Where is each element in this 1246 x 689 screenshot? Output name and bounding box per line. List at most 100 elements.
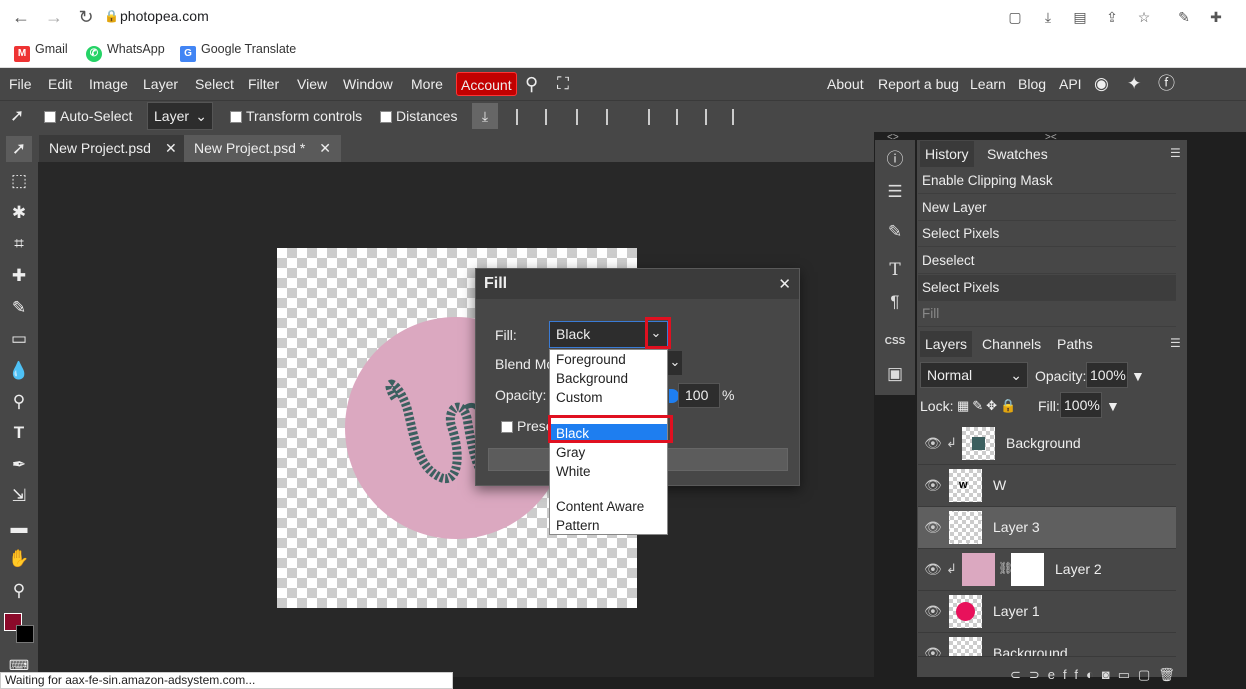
menu-report-bug[interactable]: Report a bug <box>878 68 959 100</box>
option-pattern[interactable]: Pattern <box>550 516 667 535</box>
pen-tool-icon[interactable]: ✒ <box>6 452 32 478</box>
bookmark-gmail[interactable]: M Gmail <box>14 40 68 62</box>
history-item[interactable]: Deselect <box>918 248 1176 274</box>
star-icon[interactable]: ☆ <box>1135 8 1153 26</box>
layers-bottom-icons[interactable]: ⊂⊃eff◐◙▭▢🗑 <box>1010 667 1183 683</box>
tab-layers[interactable]: Layers <box>920 331 973 357</box>
dodge-tool-icon[interactable]: ⚲ <box>6 389 32 415</box>
move-tool-icon[interactable]: ➚ <box>6 136 32 162</box>
brush-settings-icon[interactable]: ✎ <box>883 220 907 244</box>
eye-icon[interactable]: 👁 <box>924 645 942 656</box>
close-icon[interactable]: ✕ <box>165 140 177 156</box>
pen-icon[interactable]: ✎ <box>1175 8 1193 26</box>
option-white[interactable]: White <box>550 462 667 481</box>
bookmark-whatsapp[interactable]: ✆ WhatsApp <box>86 40 165 62</box>
opacity-input[interactable]: 100 <box>678 383 720 408</box>
facebook-icon[interactable]: ⓕ <box>1158 68 1175 100</box>
history-item[interactable]: Enable Clipping Mask <box>918 168 1176 194</box>
menu-filter[interactable]: Filter <box>248 68 279 100</box>
search-icon[interactable]: ⚲ <box>525 68 538 100</box>
reddit-icon[interactable]: ◉ <box>1094 68 1109 100</box>
opacity-dropdown-icon[interactable]: ▼ <box>1131 368 1145 384</box>
align-middle-icon[interactable] <box>676 109 692 125</box>
layer-mask-thumbnail[interactable] <box>1011 553 1044 586</box>
option-custom[interactable]: Custom <box>550 388 667 407</box>
brush-tool-icon[interactable]: ✎ <box>6 295 32 321</box>
layer-row[interactable]: 👁 w W <box>918 465 1176 507</box>
move-tool-icon[interactable]: ➚ <box>10 106 24 126</box>
panel-menu-icon[interactable]: ☰ <box>1170 146 1181 160</box>
layers-menu-icon[interactable]: ☰ <box>1170 336 1181 350</box>
tab-paths[interactable]: Paths <box>1052 331 1098 357</box>
type-tool-icon[interactable]: T <box>6 420 32 446</box>
screenshot-icon[interactable]: ▢ <box>1006 8 1024 26</box>
align-left-icon[interactable] <box>516 109 532 125</box>
menu-layer[interactable]: Layer <box>143 68 178 100</box>
distribute-h-icon[interactable] <box>732 109 748 125</box>
menu-api[interactable]: API <box>1059 68 1082 100</box>
align-right-icon[interactable] <box>576 109 592 125</box>
twitter-icon[interactable]: ✦ <box>1127 68 1141 100</box>
healing-tool-icon[interactable]: ✚ <box>6 263 32 289</box>
menu-about[interactable]: About <box>827 68 864 100</box>
tab-channels[interactable]: Channels <box>977 331 1046 357</box>
paragraph-icon[interactable]: ¶ <box>883 290 907 314</box>
preserve-checkbox[interactable]: Prese <box>501 418 554 434</box>
character-icon[interactable]: T <box>883 258 907 282</box>
close-icon[interactable]: ✕ <box>778 275 791 293</box>
distribute-icon[interactable] <box>606 109 622 125</box>
align-top-icon[interactable] <box>648 109 664 125</box>
tab-history[interactable]: History <box>920 141 974 167</box>
tab-swatches[interactable]: Swatches <box>982 141 1053 167</box>
menu-blog[interactable]: Blog <box>1018 68 1046 100</box>
align-bottom-icon[interactable] <box>705 109 721 125</box>
magic-wand-icon[interactable]: ✱ <box>6 200 32 226</box>
eye-icon[interactable]: 👁 <box>924 603 942 620</box>
history-item[interactable]: New Layer <box>918 195 1176 221</box>
history-item[interactable]: Select Pixels <box>918 275 1176 301</box>
fill-dropdown-icon[interactable]: ▼ <box>1106 398 1120 414</box>
blend-mode-select[interactable]: Normal ⌄ <box>920 362 1028 388</box>
account-button[interactable]: Account <box>456 72 517 96</box>
lock-icons[interactable]: ▦✎✥🔒 <box>957 398 1019 414</box>
path-select-icon[interactable]: ⇲ <box>6 483 32 509</box>
zoom-tool-icon[interactable]: ⚲ <box>6 578 32 604</box>
layer-row[interactable]: 👁 Background <box>918 633 1176 657</box>
layer-select[interactable]: Layer ⌄ <box>147 102 213 130</box>
menu-window[interactable]: Window <box>343 68 393 100</box>
menu-view[interactable]: View <box>297 68 327 100</box>
layer-row[interactable]: 👁 ↲ ⛓ Layer 2 <box>918 549 1176 591</box>
eye-icon[interactable]: 👁 <box>924 477 942 494</box>
layer-row[interactable]: 👁 Layer 1 <box>918 591 1176 633</box>
blur-tool-icon[interactable]: 💧 <box>6 358 32 384</box>
blend-mode-chevron-icon[interactable]: ⌄ <box>668 351 682 375</box>
transform-controls-checkbox[interactable]: Transform controls <box>230 108 362 124</box>
layer-fill-input[interactable]: 100% <box>1060 392 1102 418</box>
history-item[interactable]: Select Pixels <box>918 221 1176 247</box>
adjustments-icon[interactable]: ☰ <box>883 180 907 204</box>
crop-tool-icon[interactable]: ⌗ <box>6 231 32 257</box>
extensions-icon[interactable]: ✚ <box>1207 8 1225 26</box>
eye-icon[interactable]: 👁 <box>924 561 942 578</box>
option-content-aware[interactable]: Content Aware <box>550 497 667 516</box>
page-icon[interactable]: ▤ <box>1071 8 1089 26</box>
back-icon[interactable]: ← <box>10 7 32 29</box>
layer-row-selected[interactable]: 👁 Layer 3 <box>918 507 1176 549</box>
shape-tool-icon[interactable]: ▬ <box>6 515 32 541</box>
close-icon[interactable]: ✕ <box>319 140 331 156</box>
menu-learn[interactable]: Learn <box>970 68 1006 100</box>
hand-tool-icon[interactable]: ✋ <box>6 546 32 572</box>
eye-icon[interactable]: 👁 <box>924 519 942 536</box>
bookmark-google-translate[interactable]: G Google Translate <box>180 40 296 62</box>
tab-document-1[interactable]: New Project.psd ✕ <box>39 135 187 162</box>
download-icon[interactable]: ⤓ <box>472 103 498 129</box>
layer-row[interactable]: 👁 ↲ Background <box>918 423 1176 465</box>
eye-icon[interactable]: 👁 <box>924 435 942 452</box>
menu-more[interactable]: More <box>411 68 443 100</box>
align-center-icon[interactable] <box>545 109 561 125</box>
option-background[interactable]: Background <box>550 369 667 388</box>
distances-checkbox[interactable]: Distances <box>380 108 457 124</box>
css-icon[interactable]: CSS <box>883 330 907 354</box>
menu-select[interactable]: Select <box>195 68 234 100</box>
reload-icon[interactable]: ↻ <box>75 7 97 29</box>
